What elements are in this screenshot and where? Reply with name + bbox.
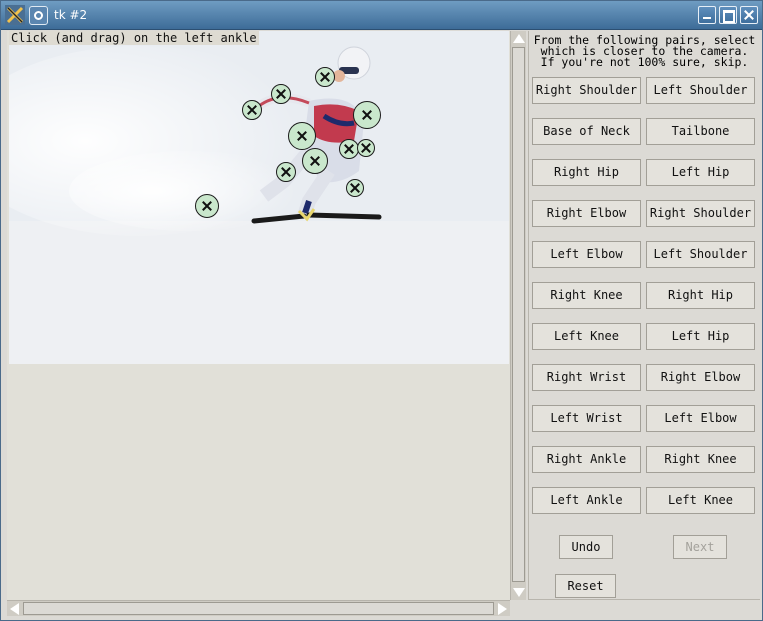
keypoint-marker-icon[interactable] [271,84,291,104]
pair-10-left-button[interactable]: Right Ankle [532,446,641,473]
pair-3-right-button[interactable]: Left Hip [646,159,755,186]
vertical-scrollbar[interactable] [510,31,526,600]
comparison-panel: From the following pairs, select which i… [528,31,760,600]
pair-9-left-button[interactable]: Left Wrist [532,405,641,432]
pair-11-left-button[interactable]: Left Ankle [532,487,641,514]
next-button[interactable]: Next [673,535,727,559]
scroll-right-icon[interactable] [498,603,507,615]
app-x-icon[interactable] [5,5,25,25]
pair-9-right-button[interactable]: Left Elbow [646,405,755,432]
scroll-left-icon[interactable] [10,603,19,615]
pair-2-right-button[interactable]: Tailbone [646,118,755,145]
keypoint-marker-icon[interactable] [195,194,219,218]
keypoint-marker-icon[interactable] [315,67,335,87]
maximize-icon[interactable] [719,6,737,24]
scroll-up-icon[interactable] [513,34,525,43]
annotation-canvas[interactable]: Click (and drag) on the left ankle [7,31,510,600]
pair-5-right-button[interactable]: Left Shoulder [646,241,755,268]
pair-8-left-button[interactable]: Right Wrist [532,364,641,391]
window-title: tk #2 [54,8,88,22]
keypoint-marker-icon[interactable] [339,139,359,159]
pair-1-right-button[interactable]: Left Shoulder [646,77,755,104]
panel-divider [529,599,760,600]
pair-2-left-button[interactable]: Base of Neck [532,118,641,145]
pair-6-right-button[interactable]: Right Hip [646,282,755,309]
keypoint-marker-icon[interactable] [302,148,328,174]
window-menu-icon[interactable] [29,6,48,25]
skier-image [9,31,509,364]
keypoint-marker-icon[interactable] [346,179,364,197]
keypoint-marker-icon[interactable] [357,139,375,157]
instructions-prompt: From the following pairs, select which i… [531,34,758,69]
pair-8-right-button[interactable]: Right Elbow [646,364,755,391]
keypoint-marker-icon[interactable] [288,122,316,150]
scroll-down-icon[interactable] [513,588,525,597]
keypoint-marker-icon[interactable] [276,162,296,182]
pair-3-left-button[interactable]: Right Hip [532,159,641,186]
pair-4-right-button[interactable]: Right Shoulder [646,200,755,227]
pair-6-left-button[interactable]: Right Knee [532,282,641,309]
pair-10-right-button[interactable]: Right Knee [646,446,755,473]
pair-4-left-button[interactable]: Right Elbow [532,200,641,227]
keypoint-marker-icon[interactable] [242,100,262,120]
app-window: tk #2 Click (and drag) on the left ankle… [0,0,763,621]
skier-photo[interactable]: Click (and drag) on the left ankle [9,31,509,364]
keypoint-marker-icon[interactable] [353,101,381,129]
reset-button[interactable]: Reset [555,574,616,598]
instruction-text: Click (and drag) on the left ankle [9,31,259,45]
pair-11-right-button[interactable]: Left Knee [646,487,755,514]
horizontal-scroll-thumb[interactable] [23,602,494,615]
minimize-icon[interactable] [698,6,716,24]
title-bar[interactable]: tk #2 [1,1,762,30]
pair-7-left-button[interactable]: Left Knee [532,323,641,350]
prompt-line: If you're not 100% sure, skip. [540,55,749,69]
undo-button[interactable]: Undo [559,535,613,559]
vertical-scroll-thumb[interactable] [512,47,525,582]
close-icon[interactable] [740,6,758,24]
pair-7-right-button[interactable]: Left Hip [646,323,755,350]
pair-5-left-button[interactable]: Left Elbow [532,241,641,268]
pair-1-left-button[interactable]: Right Shoulder [532,77,641,104]
horizontal-scrollbar[interactable] [7,600,510,616]
